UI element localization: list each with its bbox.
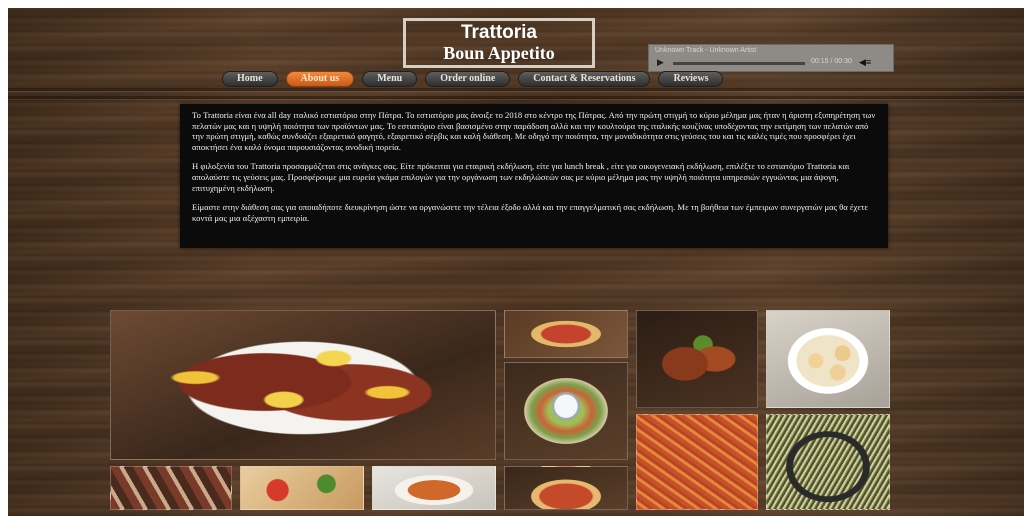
gallery-image-grilled-octopus[interactable]	[110, 310, 496, 460]
about-paragraph-2: Η φιλοξενία του Trattoria προσαρμόζεται …	[192, 161, 850, 193]
about-paragraph-3: Είμαστε στην διάθεση σας για οποιαδήποτε…	[192, 202, 869, 223]
page-border-left	[0, 0, 8, 516]
gallery-image-scallops[interactable]	[766, 310, 890, 408]
divider	[8, 96, 1024, 99]
main-nav: Home About us Menu Order online Contact …	[222, 70, 802, 88]
nav-menu[interactable]: Menu	[362, 71, 418, 87]
gallery-image-spaghetti-plate[interactable]	[372, 466, 496, 510]
gallery-image-cured-meat[interactable]	[110, 466, 232, 510]
track-title: Unknown Track - Unknown Artist	[655, 47, 757, 54]
page-border-top	[0, 0, 1032, 8]
gallery-image-pizza[interactable]	[504, 310, 628, 358]
site-logo[interactable]: Trattoria Boun Appetito	[403, 18, 595, 68]
logo-line-1: Trattoria	[460, 22, 538, 43]
gallery-image-grilled-chicken[interactable]	[636, 310, 758, 408]
play-icon[interactable]: ▶	[657, 57, 664, 68]
gallery-image-spaghetti[interactable]	[766, 414, 890, 510]
progress-bar[interactable]	[673, 62, 805, 65]
track-time: 00:15 / 00:30	[811, 58, 852, 65]
gallery-image-pizza-slice[interactable]	[504, 466, 628, 510]
nav-about-us[interactable]: About us	[285, 71, 355, 87]
nav-order-online[interactable]: Order online	[425, 71, 511, 87]
gallery-image-penne-pasta[interactable]	[636, 414, 758, 510]
nav-home[interactable]: Home	[222, 71, 278, 87]
nav-reviews[interactable]: Reviews	[658, 71, 724, 87]
page-border-right	[1024, 0, 1032, 516]
nav-contact-reservations[interactable]: Contact & Reservations	[518, 71, 651, 87]
volume-icon[interactable]: ◀≡	[859, 57, 871, 68]
gallery-image-bruschetta-pizza[interactable]	[240, 466, 364, 510]
gallery-image-salad[interactable]	[504, 362, 628, 460]
divider	[8, 88, 1024, 91]
logo-line-2: Boun Appetito	[443, 43, 555, 63]
audio-player: Unknown Track - Unknown Artist ▶ 00:15 /…	[648, 44, 894, 72]
about-text-panel: Το Trattoria είναι ένα all day ιταλικό ε…	[180, 104, 888, 248]
about-paragraph-1: Το Trattoria είναι ένα all day ιταλικό ε…	[192, 110, 876, 152]
